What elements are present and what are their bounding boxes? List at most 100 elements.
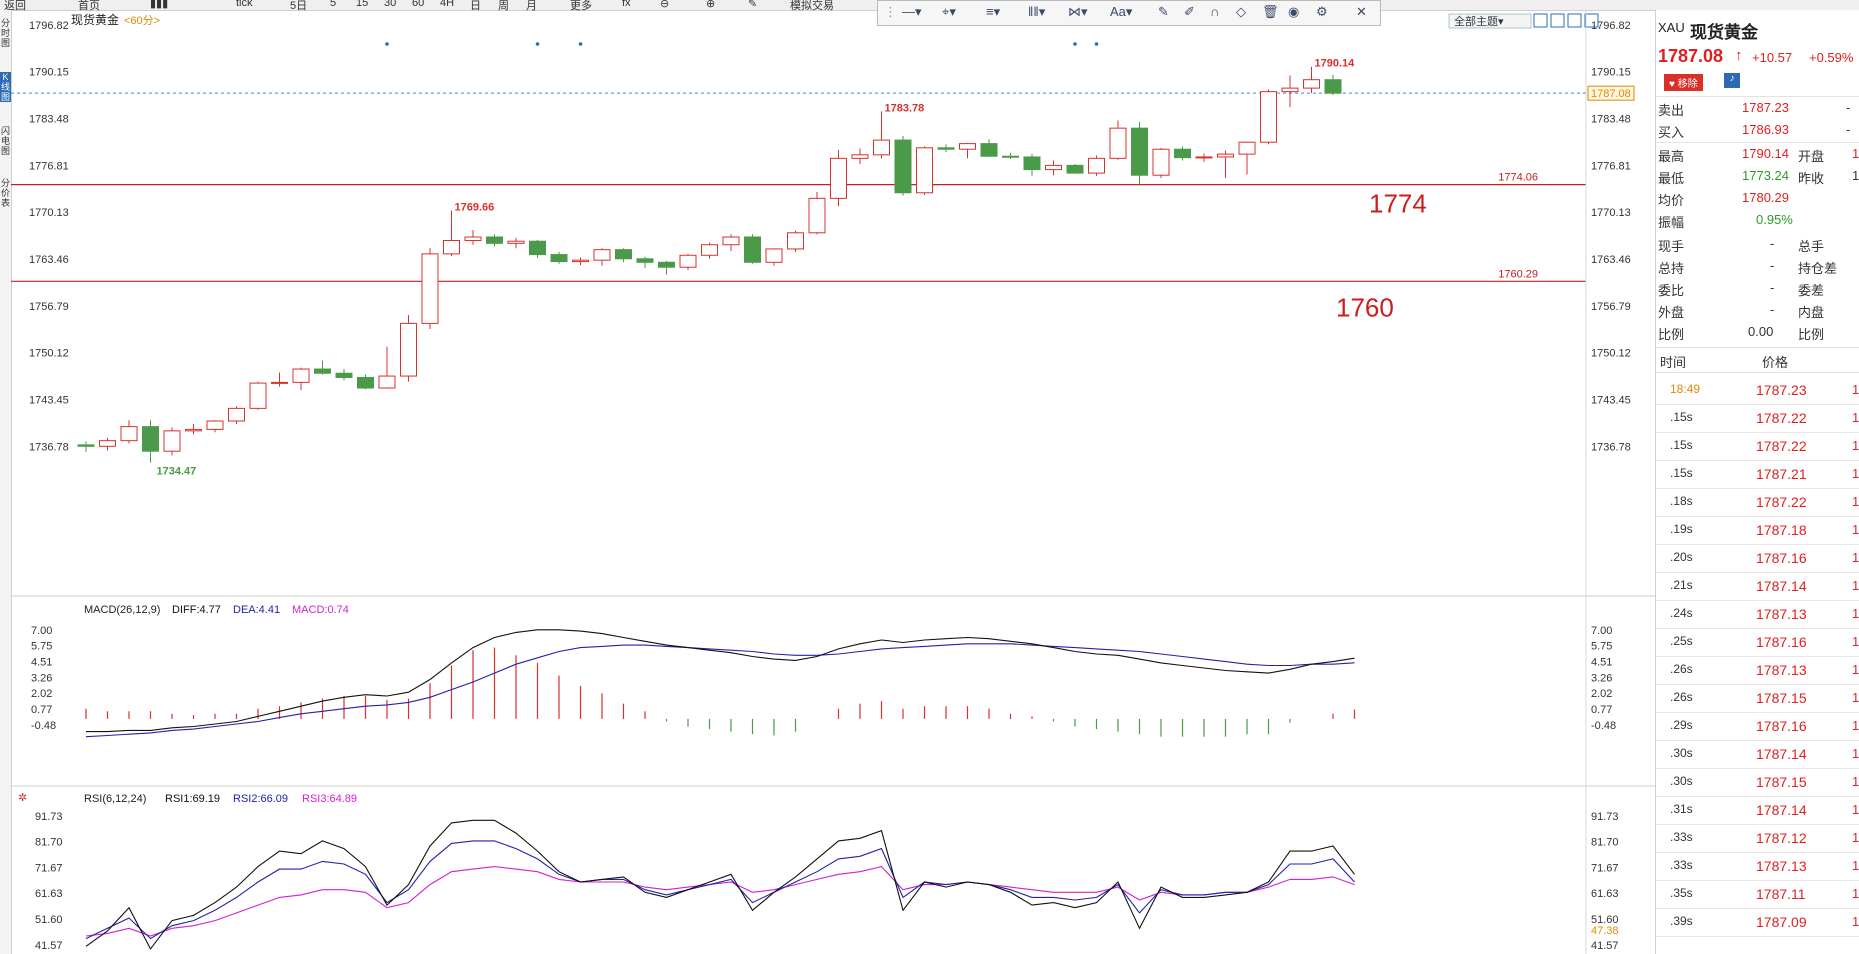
candle-body: [142, 426, 159, 452]
tick-row: .33s 1787.12 1: [1656, 824, 1859, 853]
tick-time: .35s: [1670, 886, 1693, 900]
bell-icon[interactable]: ♪: [1724, 73, 1740, 88]
prev-close-value: 1: [1852, 168, 1859, 183]
candle-body: [744, 236, 761, 263]
bili2-label: 比例: [1798, 327, 1825, 342]
candle-body: [1238, 141, 1256, 155]
candle-body: [507, 240, 525, 244]
layout-grid-icon[interactable]: [1533, 13, 1548, 28]
remove-button[interactable]: ♥ 移除: [1664, 74, 1703, 91]
candle-body: [400, 322, 417, 377]
candle-body: [894, 139, 912, 194]
candle-body: [529, 240, 546, 256]
tab-kline[interactable]: K线图: [0, 72, 11, 102]
tab-price-table[interactable]: 分价表: [0, 178, 11, 208]
tick-row: .19s 1787.18 1: [1656, 516, 1859, 545]
toolbar-tick[interactable]: tick: [236, 0, 253, 9]
price-axis-tick-left: 1776.81: [29, 160, 69, 172]
price-panel: 1796.82 1796.82 1790.15 1790.15 1783.48 1783.…: [11, 20, 1635, 478]
price-axis-tick-right: 1783.48: [1591, 113, 1631, 125]
macd-diff-label: DIFF:4.77: [172, 604, 221, 616]
tick-price: 1787.23: [1756, 382, 1807, 398]
tick-price: 1787.14: [1756, 578, 1807, 594]
low-label: 最低: [1658, 171, 1685, 186]
tick-time: .15s: [1670, 410, 1693, 424]
tick-volume: 1: [1852, 802, 1859, 817]
macd-axis-tick-left: 3.26: [31, 672, 52, 684]
rsi-settings-icon[interactable]: ✲: [18, 792, 27, 804]
rsi-axis-tick-left: 71.67: [35, 862, 63, 874]
tick-price: 1787.21: [1756, 466, 1807, 482]
tick-price: 1787.13: [1756, 606, 1807, 622]
divider: [1656, 372, 1859, 373]
tick-price: 1787.12: [1756, 830, 1807, 846]
candle-body: [1109, 127, 1127, 159]
candle-body: [464, 236, 482, 242]
tick-row: .26s 1787.15 1: [1656, 684, 1859, 713]
tick-time: .39s: [1670, 914, 1693, 928]
candle-body: [658, 261, 675, 268]
prev-close-label: 昨收: [1798, 171, 1825, 186]
candle-body: [550, 254, 568, 263]
macd-axis-tick-right: 2.02: [1591, 688, 1612, 700]
tick-time: .26s: [1670, 690, 1693, 704]
price-axis-tick-right: 1736.78: [1591, 441, 1631, 453]
toolbar-30min[interactable]: 30: [384, 0, 396, 9]
chart-area[interactable]: 现货黄金 <60分> 全部主题▾ 1796.82 1796.821790.15 17…: [11, 10, 1655, 954]
signal-dot: [1094, 42, 1099, 46]
tab-timeshare[interactable]: 分时图: [0, 18, 11, 48]
tick-row: .21s 1787.14 1: [1656, 572, 1859, 601]
macd-axis-tick-left: 0.77: [31, 704, 52, 716]
macd-axis-tick-right: 5.75: [1591, 641, 1612, 653]
layout-panel-icon[interactable]: [1567, 13, 1582, 28]
candle-body: [120, 426, 138, 442]
tick-time: .20s: [1670, 550, 1693, 564]
weibi-value: -: [1770, 280, 1775, 295]
quote-code: XAU: [1658, 20, 1685, 35]
tick-time: .21s: [1670, 578, 1693, 592]
macd-panel: MACD(26,12,9) DIFF:4.77 DEA:4.41 MACD:0.…: [31, 604, 1616, 738]
candle-body: [206, 420, 224, 430]
tab-flash[interactable]: 闪电图: [0, 126, 11, 156]
candle-body: [99, 440, 116, 447]
rsi-panel: ✲ RSI(6,12,24) RSI1:69.19 RSI2:66.09 RSI…: [18, 792, 1619, 952]
rsi-axis-tick-right: 81.70: [1591, 837, 1619, 849]
tick-row: .15s 1787.21 1: [1656, 460, 1859, 489]
zoom-out-icon[interactable]: ⊖: [660, 0, 669, 10]
toolbar-chart-icon[interactable]: ▮▮▮: [150, 0, 168, 10]
tick-volume: 1: [1852, 858, 1859, 873]
weibi-label: 委比: [1658, 283, 1685, 298]
candle-body: [959, 143, 976, 150]
tick-price: 1787.18: [1756, 522, 1807, 538]
rsi-axis-tick-left: 91.73: [35, 811, 63, 823]
toolbar-15min[interactable]: 15: [356, 0, 368, 9]
toolbar-5min[interactable]: 5: [330, 0, 336, 9]
rsi-axis-tick-right: 91.73: [1591, 811, 1619, 823]
zoom-in-icon[interactable]: ⊕: [706, 0, 715, 10]
toolbar-60min[interactable]: 60: [412, 0, 424, 9]
candle-body: [249, 382, 267, 409]
pencil-icon[interactable]: ✎: [748, 0, 757, 10]
tick-row: .30s 1787.15 1: [1656, 768, 1859, 797]
theme-controls: 全部主题▾: [1448, 13, 1599, 29]
candle-body: [163, 430, 181, 452]
candle-body: [314, 368, 331, 374]
open-label: 开盘: [1798, 149, 1825, 164]
theme-button-label[interactable]: 全部主题▾: [1454, 14, 1504, 28]
buy-volume: -: [1846, 122, 1851, 137]
level-label: 1774.06: [1498, 172, 1538, 184]
candle-body: [421, 253, 439, 324]
xianshou-label: 现手: [1658, 239, 1685, 254]
candle-body: [357, 376, 374, 389]
toolbar-4h[interactable]: 4H: [440, 0, 454, 9]
bili-value: 0.00: [1748, 324, 1774, 339]
candle-body: [271, 381, 288, 384]
signal-dot: [1073, 42, 1077, 46]
candle-body: [1260, 91, 1277, 143]
fx-icon[interactable]: fx: [622, 0, 631, 9]
divider: [1656, 142, 1859, 143]
tick-row: .39s 1787.09 1: [1656, 908, 1859, 937]
tick-time: .18s: [1670, 494, 1693, 508]
layout-split-icon[interactable]: [1550, 13, 1565, 28]
candle-body: [1002, 155, 1019, 158]
